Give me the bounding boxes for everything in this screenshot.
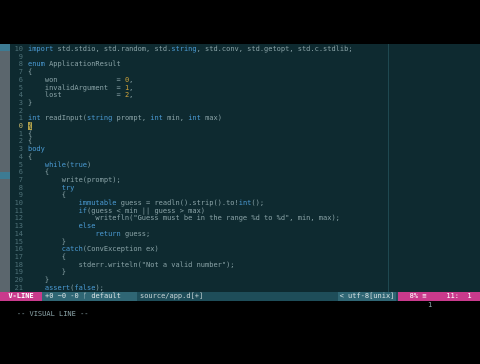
sign-marker [0,44,10,51]
line-number: 21 [14,283,23,292]
selection-count: 1 [428,301,433,309]
cursor-position: 11: 1 [438,292,480,301]
code-editor[interactable]: 10 import std.stdio, std.random, std.stri… [10,44,388,292]
command-line[interactable]: -- VISUAL LINE -- 1 [0,301,480,318]
file-name: source/app.d[+] [140,292,204,300]
mode-indicator: V-LINE [0,292,42,301]
file-encoding: < utf-8[unix] [338,292,396,301]
sign-column [0,44,10,292]
terminal-screen: 10 import std.stdio, std.random, std.stri… [0,0,480,360]
scroll-percent: 8% ≡ [398,292,438,301]
right-split-pane[interactable] [388,44,480,292]
status-line: V-LINE +0 ~0 -0 ᚴ default source/app.d[+… [0,292,480,301]
sign-marker [0,172,10,179]
mode-message: -- VISUAL LINE -- [16,310,89,318]
line-code: assert(false); [44,283,104,292]
code-line[interactable]: 21 assert(false); [10,284,388,292]
git-status: +0 ~0 -0 ᚴ default [42,292,137,301]
